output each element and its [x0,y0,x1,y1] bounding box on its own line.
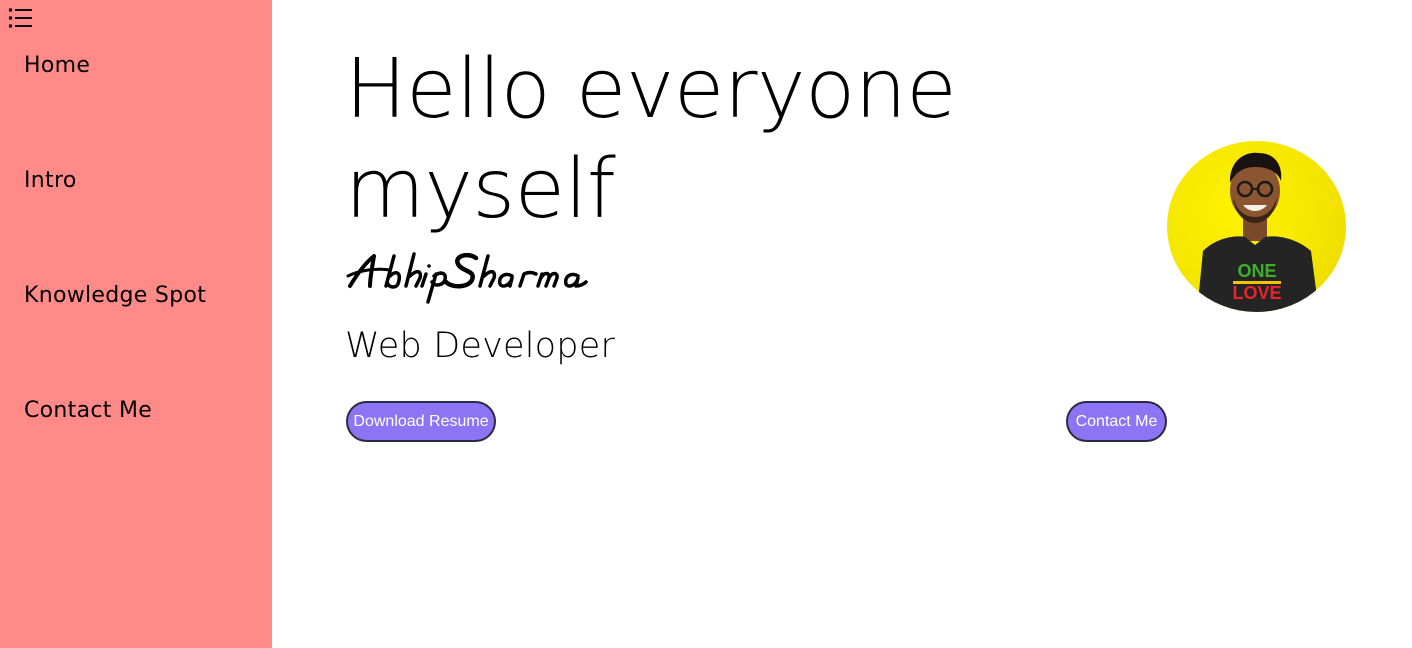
contact-me-button[interactable]: Contact Me [1066,401,1167,442]
greeting-line-1: Hello everyone [345,42,957,137]
sidebar-item-intro[interactable]: Intro [24,168,77,193]
sidebar: Home Intro Knowledge Spot Contact Me [0,0,272,648]
shirt-print-bottom: LOVE [1232,283,1281,303]
signature-name [346,246,596,306]
sidebar-item-home[interactable]: Home [24,53,90,78]
sidebar-item-contact-me[interactable]: Contact Me [24,398,152,423]
profile-avatar: ONE LOVE [1167,141,1346,312]
hero-heading: Hello everyone myself [345,40,1045,240]
menu-list-icon[interactable] [8,7,34,29]
download-resume-button[interactable]: Download Resume [346,401,496,442]
greeting-line-2: myself [345,142,616,237]
sidebar-item-knowledge-spot[interactable]: Knowledge Spot [24,283,206,308]
shirt-print-top: ONE [1237,261,1276,281]
page: Home Intro Knowledge Spot Contact Me Hel… [0,0,1412,648]
role-title: Web Developer [345,326,616,366]
